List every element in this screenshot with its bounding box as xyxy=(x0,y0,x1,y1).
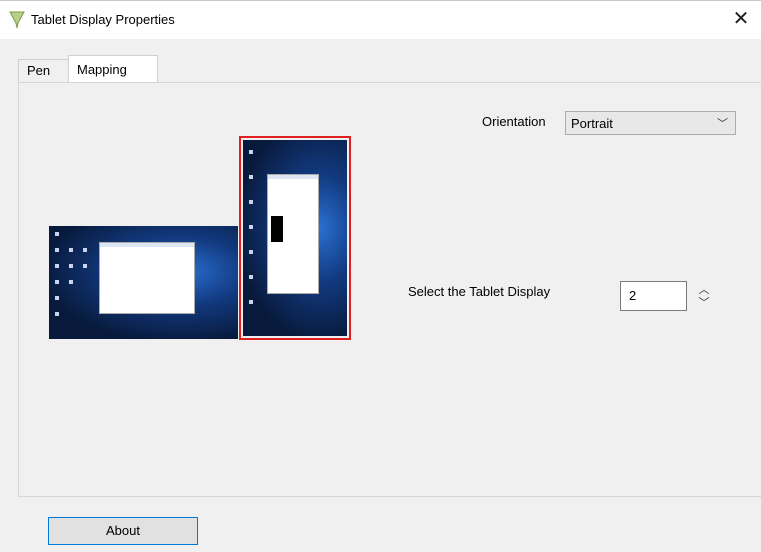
orientation-select[interactable]: Portrait ﹀ xyxy=(565,111,736,135)
tab-mapping[interactable]: Mapping xyxy=(68,55,158,83)
close-icon: ✕ xyxy=(732,8,750,30)
tablet-display-value: 2 xyxy=(629,288,637,303)
chevron-up-icon[interactable]: ︿ xyxy=(697,284,711,296)
title-bar: Tablet Display Properties ✕ xyxy=(0,0,761,39)
about-button[interactable]: About xyxy=(48,517,198,545)
orientation-label: Orientation xyxy=(482,114,546,129)
chevron-down-icon[interactable]: ﹀ xyxy=(697,297,711,309)
window-title: Tablet Display Properties xyxy=(31,12,175,27)
monitor-1-preview[interactable] xyxy=(49,226,238,339)
tablet-pen-icon xyxy=(9,11,25,29)
tablet-display-label: Select the Tablet Display xyxy=(408,284,551,299)
tab-pen[interactable]: Pen xyxy=(18,59,69,82)
tablet-display-input[interactable]: 2 xyxy=(620,281,687,311)
chevron-down-icon: ﹀ xyxy=(717,118,728,130)
orientation-value: Portrait xyxy=(571,116,613,131)
dialog-thumbnail xyxy=(271,216,283,242)
monitor-2-preview[interactable] xyxy=(239,136,351,340)
close-button[interactable]: ✕ xyxy=(721,1,761,39)
